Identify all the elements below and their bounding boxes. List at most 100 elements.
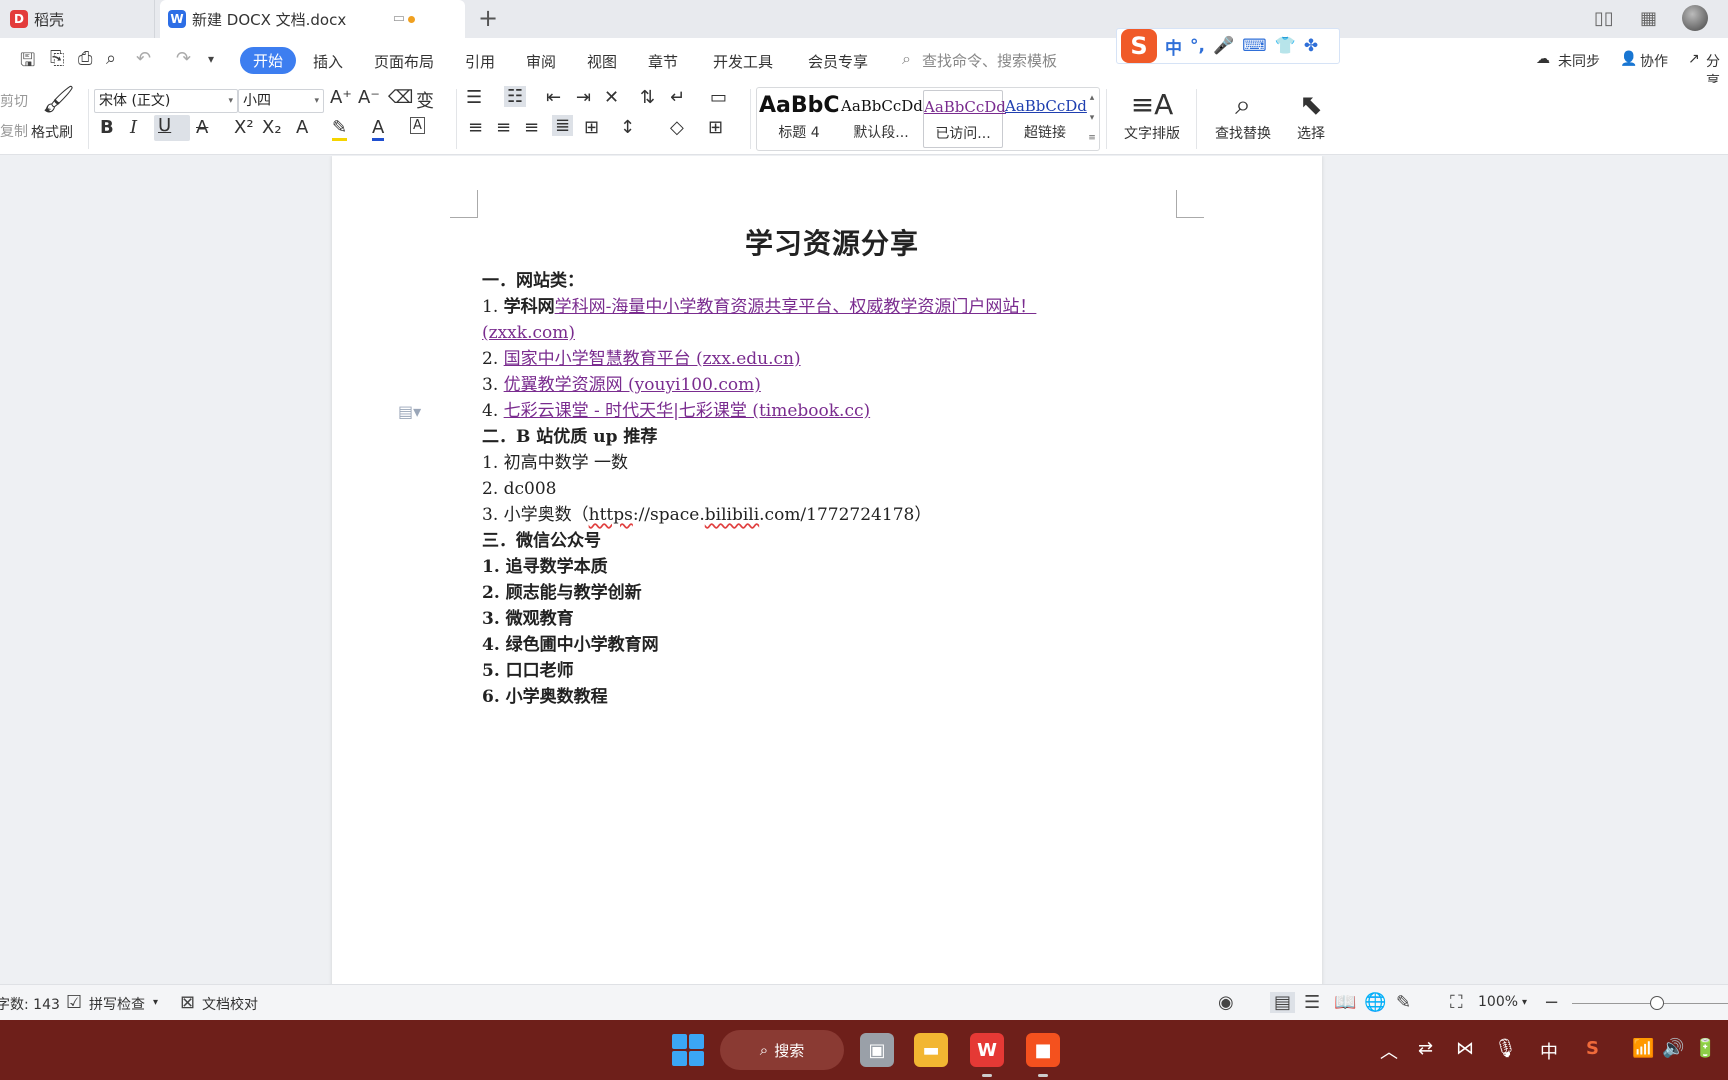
tray-expand-icon[interactable]: ︿ [1380, 1038, 1398, 1064]
style-default[interactable]: AaBbCcDd 默认段... [841, 90, 923, 148]
page-view-icon[interactable]: ▤ [1270, 992, 1296, 1013]
sort-icon[interactable]: ⇅ [640, 87, 655, 108]
tab-float-icon[interactable]: ▭ [393, 11, 405, 26]
menu-page-layout[interactable]: 页面布局 [374, 51, 434, 72]
outline-view-icon[interactable]: ☰ [1304, 992, 1320, 1013]
underline-icon[interactable]: U [154, 115, 190, 141]
hyperlink[interactable]: 七彩云课堂 - 时代天华|七彩课堂 (timebook.cc) [504, 401, 871, 421]
borders-icon[interactable]: ⊞ [708, 117, 723, 138]
file-explorer-icon[interactable]: ▬ [914, 1033, 948, 1067]
read-mode-icon[interactable]: 📖 [1334, 992, 1356, 1013]
paragraph-handle-icon[interactable]: ▤▾ [398, 402, 421, 421]
chinese-layout-icon[interactable]: ✕ [604, 87, 619, 108]
menu-home[interactable]: 开始 [240, 47, 296, 74]
sogou-tray-icon[interactable]: S [1586, 1038, 1599, 1059]
tab-document[interactable]: W 新建 DOCX 文档.docx ▭ [160, 0, 465, 38]
menu-member[interactable]: 会员专享 [808, 51, 868, 72]
eye-protect-icon[interactable]: ◉ [1218, 992, 1234, 1013]
ime-lang-indicator[interactable]: 中 [1540, 1038, 1558, 1064]
menu-insert[interactable]: 插入 [313, 51, 343, 72]
menu-chapter[interactable]: 章节 [648, 51, 678, 72]
justify-icon[interactable]: ≣ [552, 115, 574, 136]
strikethrough-icon[interactable]: A [196, 117, 208, 138]
cut-button[interactable]: 剪切 [0, 91, 28, 111]
copy-button[interactable]: 复制 [0, 121, 28, 141]
clear-format-icon[interactable]: ⌫ [388, 87, 413, 108]
collab-button[interactable]: 协作 [1640, 51, 1668, 71]
menu-references[interactable]: 引用 [465, 51, 495, 72]
print-icon[interactable]: ⎙ [78, 48, 92, 69]
document-body[interactable]: 学习资源分享 一．网站类： 1. 学科网学科网-海量中小学教育资源共享平台、权威… [482, 222, 1182, 710]
char-border-icon[interactable]: A [410, 117, 425, 134]
write-mode-icon[interactable]: ✎ [1396, 992, 1411, 1013]
hyperlink[interactable]: 国家中小学智慧教育平台 (zxx.edu.cn) [504, 349, 801, 369]
menu-view[interactable]: 视图 [587, 51, 617, 72]
page[interactable]: ▤▾ 学习资源分享 一．网站类： 1. 学科网学科网-海量中小学教育资源共享平台… [332, 156, 1322, 984]
word-count[interactable]: 字数: 143 [0, 994, 60, 1014]
align-right-icon[interactable]: ≡ [524, 117, 539, 138]
text-layout-button[interactable]: ≡A 文字排版 [1114, 83, 1190, 155]
volume-icon[interactable]: 🔊 [1662, 1038, 1684, 1059]
spelling-error[interactable]: bilibili [705, 505, 759, 525]
style-hyperlink[interactable]: AaBbCcDd 超链接 [1005, 90, 1087, 148]
save-icon[interactable]: 🖫 [20, 48, 35, 78]
redo-icon[interactable]: ↷ [176, 48, 191, 69]
sync-status[interactable]: 未同步 [1558, 51, 1600, 71]
quick-access-more-icon[interactable]: ▾ [208, 52, 214, 66]
spelling-error[interactable]: https [589, 505, 633, 525]
spell-check-button[interactable]: 拼写检查 [89, 994, 145, 1014]
font-size-select[interactable]: 小四 ▾ [238, 89, 324, 113]
zoom-slider-thumb[interactable] [1650, 996, 1664, 1010]
menu-review[interactable]: 审阅 [526, 51, 556, 72]
tray-mic-icon[interactable]: 🎙 [1494, 1038, 1517, 1059]
task-view-icon[interactable]: ▣ [860, 1033, 894, 1067]
doc-proof-button[interactable]: 文档校对 [202, 994, 258, 1014]
font-color-icon[interactable]: A [372, 117, 385, 141]
increase-indent-icon[interactable]: ⇥ [576, 87, 591, 108]
ime-voice-icon[interactable]: 🎤 [1213, 36, 1234, 56]
battery-icon[interactable]: 🔋 [1694, 1038, 1716, 1059]
text-effect-icon[interactable]: A [296, 117, 308, 138]
hyperlink[interactable]: (zxxk.com) [482, 323, 575, 343]
line-spacing-icon[interactable]: ↕ [620, 117, 635, 138]
tab-daoke[interactable]: D 稻壳 [0, 0, 155, 38]
shrink-font-icon[interactable]: A⁻ [358, 87, 380, 108]
table-border-icon[interactable]: ▭ [710, 87, 727, 108]
style-heading4[interactable]: AaBbC 标题 4 [759, 90, 840, 148]
chevron-down-icon[interactable]: ▾ [1522, 997, 1527, 1008]
wifi-icon[interactable]: 📶 [1632, 1038, 1654, 1059]
recorder-app-icon[interactable]: ■ [1026, 1033, 1060, 1067]
style-visited[interactable]: AaBbCcDd 已访问... [923, 90, 1006, 148]
zoom-level[interactable]: 100% [1478, 994, 1518, 1010]
ime-skin-icon[interactable]: 👕 [1275, 36, 1296, 56]
decrease-indent-icon[interactable]: ⇤ [546, 87, 561, 108]
tray-settings-icon[interactable]: ⇄ [1418, 1038, 1433, 1059]
numbered-list-icon[interactable]: ☷ [504, 86, 527, 107]
hyperlink[interactable]: 优翼教学资源网 (youyi100.com) [504, 375, 761, 395]
menu-developer[interactable]: 开发工具 [713, 51, 773, 72]
print-preview-icon[interactable]: ⌕ [106, 48, 116, 69]
undo-icon[interactable]: ↶ [136, 48, 151, 69]
fit-page-icon[interactable]: ⛶ [1450, 992, 1463, 1013]
subscript-icon[interactable]: X₂ [262, 117, 282, 138]
superscript-icon[interactable]: X² [234, 117, 254, 138]
wps-icon[interactable]: W [970, 1033, 1004, 1067]
italic-icon[interactable]: I [130, 117, 137, 138]
ime-lang-toggle[interactable]: 中 [1165, 34, 1182, 59]
distributed-icon[interactable]: ⊞ [584, 117, 599, 138]
grow-font-icon[interactable]: A⁺ [330, 87, 352, 108]
align-center-icon[interactable]: ≡ [496, 117, 511, 138]
select-button[interactable]: ⬉ 选择 [1286, 83, 1336, 155]
new-tab-button[interactable]: + [478, 4, 498, 32]
gallery-scroll[interactable]: ▴ ▾ ≡ [1085, 88, 1099, 150]
windows-start-icon[interactable] [672, 1034, 704, 1066]
sogou-logo-icon[interactable]: S [1121, 29, 1157, 63]
chevron-down-icon[interactable]: ▾ [153, 997, 158, 1008]
align-left-icon[interactable]: ≡ [468, 117, 483, 138]
shading-icon[interactable]: ◇ [670, 117, 684, 138]
font-name-select[interactable]: 宋体 (正文) ▾ [94, 89, 238, 113]
command-search-input[interactable]: 查找命令、搜索模板 [922, 50, 1057, 71]
phonetic-guide-icon[interactable]: 变 [416, 87, 434, 113]
ime-keyboard-icon[interactable]: ⌨ [1242, 36, 1267, 56]
bullet-list-icon[interactable]: ☰ [466, 87, 482, 108]
